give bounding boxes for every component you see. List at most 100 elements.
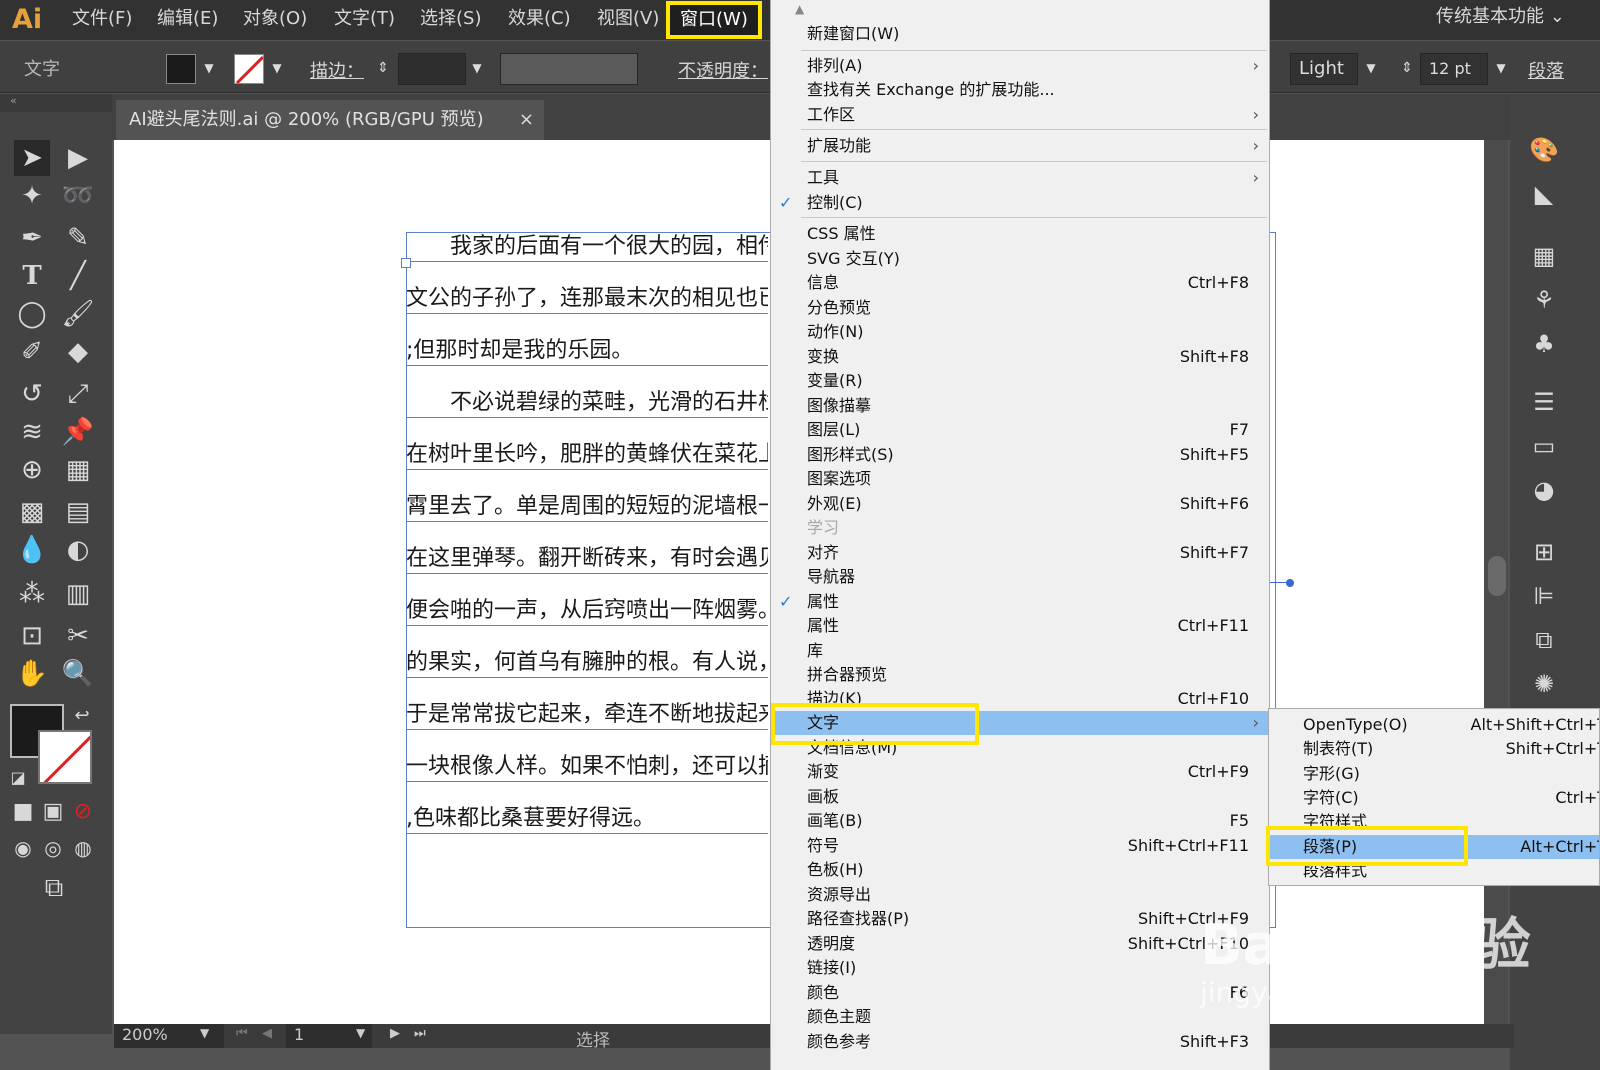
draw-behind-icon[interactable]: ◎ xyxy=(38,830,68,866)
window-menu-item[interactable]: CSS 属性 xyxy=(771,222,1271,246)
eyedropper-tool-icon[interactable]: 💧 xyxy=(14,532,50,568)
window-menu-item[interactable]: 导航器 xyxy=(771,565,1271,589)
direct-selection-tool-icon[interactable]: ▶ xyxy=(60,140,96,176)
type-tool-icon[interactable]: T xyxy=(14,258,50,294)
window-menu-item[interactable]: 图层(L) F7 xyxy=(771,418,1271,442)
collapse-panel-icon[interactable]: « xyxy=(0,94,112,112)
line-tool-icon[interactable]: ╱ xyxy=(60,258,96,294)
stepper-icon[interactable]: ⇕ xyxy=(1396,54,1418,84)
swap-fill-stroke-icon[interactable]: ↩ xyxy=(70,698,94,734)
window-menu-item[interactable]: 工具 › xyxy=(771,166,1271,190)
window-menu-item[interactable]: 工作区 › xyxy=(771,103,1271,127)
menu-file[interactable]: 文件(F) xyxy=(72,0,132,40)
stroke-none-swatch[interactable] xyxy=(234,54,264,84)
menu-effect[interactable]: 效果(C) xyxy=(508,0,571,40)
curvature-tool-icon[interactable]: ✎ xyxy=(60,220,96,256)
prev-artboard-icon[interactable]: ◀ xyxy=(262,1026,272,1041)
pen-tool-icon[interactable]: ✒ xyxy=(14,220,50,256)
window-menu-item[interactable]: 分色预览 xyxy=(771,296,1271,320)
text-threading-port[interactable] xyxy=(1286,579,1294,587)
workspace-switcher[interactable]: 传统基本功能 ⌄ xyxy=(1436,0,1565,36)
opacity-label[interactable]: 不透明度： xyxy=(678,57,768,83)
layers-icon[interactable]: ✺ xyxy=(1526,666,1562,702)
menu-select[interactable]: 选择(S) xyxy=(420,0,481,40)
column-graph-tool-icon[interactable]: ▥ xyxy=(60,576,96,612)
rotate-tool-icon[interactable]: ↺ xyxy=(14,376,50,412)
symbols-icon[interactable]: ♣ xyxy=(1526,326,1562,362)
window-menu-item[interactable]: 图形样式(S) Shift+F5 xyxy=(771,443,1271,467)
align-icon[interactable]: ⊫ xyxy=(1526,578,1562,614)
warp-tool-icon[interactable]: ≋ xyxy=(14,414,50,450)
chevron-down-icon[interactable]: ▼ xyxy=(198,54,220,84)
pathfinder-icon[interactable]: ⧉ xyxy=(1526,622,1562,658)
paintbrush-tool-icon[interactable]: 🖌 xyxy=(60,296,96,332)
window-menu-item[interactable]: 透明度 Shift+Ctrl+F10 xyxy=(771,932,1271,956)
close-icon[interactable]: × xyxy=(519,100,534,140)
document-tab[interactable]: AI避头尾法则.ai @ 200% (RGB/GPU 预览) × xyxy=(116,100,544,142)
window-menu-item[interactable]: 变换 Shift+F8 xyxy=(771,345,1271,369)
window-menu-item[interactable]: 渐变 Ctrl+F9 xyxy=(771,760,1271,784)
draw-inside-icon[interactable]: ◍ xyxy=(68,830,98,866)
ellipse-tool-icon[interactable]: ◯ xyxy=(14,296,50,332)
window-menu-item[interactable]: 颜色参考 Shift+F3 xyxy=(771,1030,1271,1054)
window-menu-item[interactable]: 变量(R) xyxy=(771,369,1271,393)
window-menu-item[interactable]: 扩展功能 › xyxy=(771,134,1271,158)
window-menu-item[interactable]: 颜色主题 xyxy=(771,1005,1271,1029)
window-menu-item[interactable]: 拼合器预览 xyxy=(771,663,1271,687)
shape-builder-tool-icon[interactable]: ⊕ xyxy=(14,452,50,488)
hand-tool-icon[interactable]: ✋ xyxy=(14,656,50,692)
window-menu-item[interactable]: 新建窗口(W) xyxy=(771,22,1271,46)
selection-tool-icon[interactable]: ➤ xyxy=(14,140,50,176)
window-menu-item[interactable]: SVG 交互(Y) xyxy=(771,247,1271,271)
draw-normal-icon[interactable]: ◉ xyxy=(8,830,38,866)
window-menu-item[interactable]: 符号 Shift+Ctrl+F11 xyxy=(771,834,1271,858)
symbol-sprayer-tool-icon[interactable]: ⁂ xyxy=(14,576,50,612)
last-artboard-icon[interactable]: ⏭ xyxy=(414,1026,426,1041)
chevron-down-icon[interactable]: ▼ xyxy=(356,1026,365,1040)
stroke-weight-input[interactable] xyxy=(398,53,466,85)
window-menu-item[interactable]: 颜色 F6 xyxy=(771,981,1271,1005)
gradient-mode-icon[interactable]: ▣ xyxy=(38,794,68,830)
chevron-down-icon[interactable]: ▼ xyxy=(200,1026,209,1040)
window-menu-item[interactable]: 动作(N) xyxy=(771,320,1271,344)
screen-mode-icon[interactable]: ⧉ xyxy=(34,870,74,906)
stroke-panel-icon[interactable]: ☰ xyxy=(1526,384,1562,420)
menu-window[interactable]: 窗口(W) xyxy=(666,1,762,39)
pin-tool-icon[interactable]: 📌 xyxy=(60,414,96,450)
font-style-field[interactable]: Light xyxy=(1290,53,1358,85)
default-colors-icon[interactable]: ◪ xyxy=(6,760,30,796)
window-menu-item[interactable]: 属性 Ctrl+F11 xyxy=(771,614,1271,638)
artboard-tool-icon[interactable]: ⊡ xyxy=(14,618,50,654)
transform-icon[interactable]: ⊞ xyxy=(1526,534,1562,570)
chevron-down-icon[interactable]: ▼ xyxy=(266,54,288,84)
window-menu-item[interactable]: 外观(E) Shift+F6 xyxy=(771,492,1271,516)
window-menu-item[interactable]: 色板(H) xyxy=(771,858,1271,882)
menu-edit[interactable]: 编辑(E) xyxy=(157,0,218,40)
menu-view[interactable]: 视图(V) xyxy=(597,0,659,40)
window-menu-item[interactable]: ✓ 控制(C) xyxy=(771,191,1271,215)
window-menu-item[interactable]: 查找有关 Exchange 的扩展功能... xyxy=(771,78,1271,102)
window-menu-item[interactable]: 学习 xyxy=(771,516,1271,540)
blend-tool-icon[interactable]: ◐ xyxy=(60,532,96,568)
font-size-field[interactable]: 12 pt xyxy=(1420,53,1488,85)
transparency-icon[interactable]: ▭ xyxy=(1526,428,1562,464)
none-mode-icon[interactable]: ⊘ xyxy=(68,794,98,830)
text-submenu-item[interactable]: 字形(G) xyxy=(1269,762,1599,786)
window-menu-item[interactable]: 画笔(B) F5 xyxy=(771,809,1271,833)
appearance-icon[interactable]: ◕ xyxy=(1526,472,1562,508)
frame-handle[interactable] xyxy=(401,258,411,268)
scroll-up-arrow-icon[interactable]: ▲ xyxy=(795,2,804,16)
scale-tool-icon[interactable]: ⤢ xyxy=(60,376,96,412)
shaper-tool-icon[interactable]: ✐ xyxy=(14,334,50,370)
window-menu-item[interactable]: 画板 xyxy=(771,785,1271,809)
slice-tool-icon[interactable]: ✂ xyxy=(60,618,96,654)
swatches-icon[interactable]: ▦ xyxy=(1526,238,1562,274)
text-submenu-item[interactable]: OpenType(O) Alt+Shift+Ctrl+T xyxy=(1269,713,1599,737)
eraser-tool-icon[interactable]: ◆ xyxy=(60,334,96,370)
color-guide-icon[interactable]: 🎨 xyxy=(1526,132,1562,168)
window-menu-item[interactable]: 路径查找器(P) Shift+Ctrl+F9 xyxy=(771,907,1271,931)
magic-wand-tool-icon[interactable]: ✦ xyxy=(14,178,50,214)
window-menu-item[interactable]: 信息 Ctrl+F8 xyxy=(771,271,1271,295)
scrollbar-thumb[interactable] xyxy=(1488,556,1506,596)
stepper-icon[interactable]: ⇕ xyxy=(372,54,394,84)
